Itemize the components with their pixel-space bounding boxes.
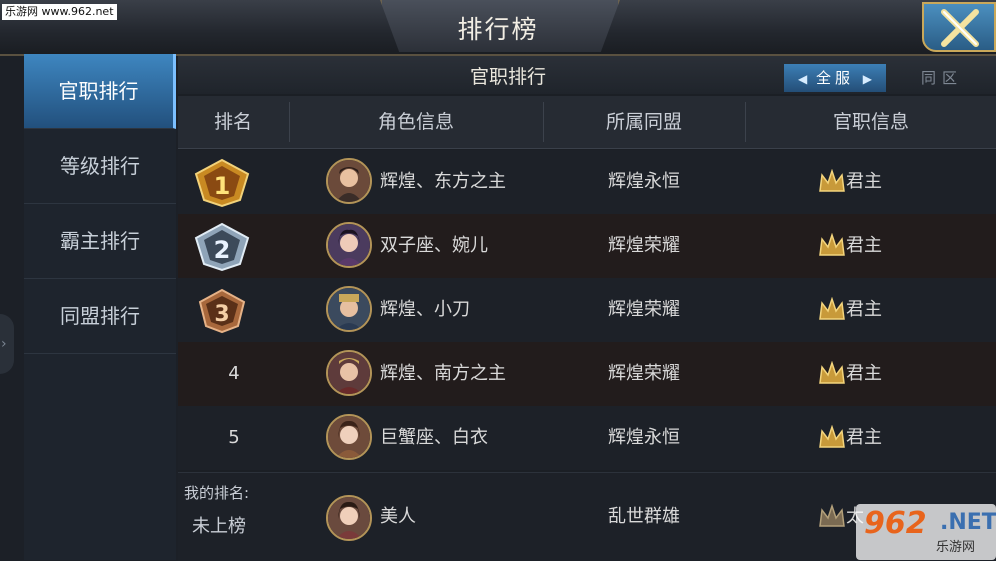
chevron-right-icon[interactable]: ▶: [863, 72, 872, 86]
sidebar-item-level-rank[interactable]: 等级排行: [24, 129, 176, 204]
table-row[interactable]: 4 辉煌、南方之主 辉煌荣耀 君主: [178, 342, 996, 406]
crown-icon: [819, 361, 845, 384]
role-name: 双子座、婉儿: [380, 235, 488, 256]
post-title: 君主: [846, 299, 882, 320]
tab-server[interactable]: ◀ 全服 ▶: [784, 64, 886, 92]
table-header: 排名 角色信息 所属同盟 官职信息: [178, 96, 996, 149]
rank-number: 5: [228, 427, 240, 448]
tab-server-label: 全服: [815, 69, 854, 87]
rank-number: 2: [214, 236, 231, 264]
my-rank-value: 未上榜: [192, 516, 246, 537]
column-header-post: 官职信息: [832, 111, 909, 133]
crown-icon: [819, 425, 845, 448]
alliance-name: 乱世群雄: [608, 506, 680, 527]
close-icon: [941, 9, 979, 47]
side-panel-handle[interactable]: ›: [0, 314, 14, 374]
avatar[interactable]: [326, 286, 372, 332]
rank-number: 1: [214, 172, 231, 200]
avatar[interactable]: [326, 222, 372, 268]
crown-icon: [819, 233, 845, 256]
watermark-text: 乐游网 www.962.net: [2, 4, 117, 20]
table-row[interactable]: 1 辉煌、东方之主 辉煌永恒 君主: [178, 150, 996, 214]
close-button[interactable]: [922, 2, 996, 52]
ranking-panel: 官职排行 ◀ 全服 ▶ 同区 排名 角色信息 所属同盟 官职信息 1 辉煌、东方…: [178, 56, 996, 561]
avatar[interactable]: [326, 495, 372, 541]
rank-2-medal-icon: 2: [194, 222, 250, 272]
avatar[interactable]: [326, 414, 372, 460]
alliance-name: 辉煌荣耀: [608, 299, 680, 320]
table-row[interactable]: 3 辉煌、小刀 辉煌荣耀 君主: [178, 278, 996, 342]
alliance-name: 辉煌永恒: [608, 427, 680, 448]
column-header-role: 角色信息: [377, 111, 454, 133]
post-title: 君主: [846, 363, 882, 384]
sidebar-item-overlord-rank[interactable]: 霸主排行: [24, 204, 176, 279]
sidebar-item-alliance-rank[interactable]: 同盟排行: [24, 279, 176, 354]
my-rank-label: 我的排名:: [184, 484, 250, 502]
rank-number: 4: [228, 363, 240, 384]
rank-1-medal-icon: 1: [194, 158, 250, 208]
post-title: 君主: [846, 171, 882, 192]
tab-bar: 官职排行 ◀ 全服 ▶ 同区: [178, 56, 996, 94]
role-name: 巨蟹座、白衣: [380, 427, 488, 448]
crown-icon: [819, 504, 845, 527]
crown-icon: [819, 169, 845, 192]
page-title: 排行榜: [457, 15, 539, 44]
section-title: 官职排行: [469, 66, 546, 88]
watermark-net: .NET: [940, 510, 996, 535]
role-name: 辉煌、南方之主: [380, 363, 506, 384]
avatar[interactable]: [326, 158, 372, 204]
alliance-name: 辉煌永恒: [608, 171, 680, 192]
table-row[interactable]: 5 巨蟹座、白衣 辉煌永恒 君主: [178, 406, 996, 470]
sidebar-item-official-rank[interactable]: 官职排行: [24, 54, 176, 129]
alliance-name: 辉煌荣耀: [608, 363, 680, 384]
column-header-rank: 排名: [213, 111, 252, 133]
sidebar: 官职排行 等级排行 霸主排行 同盟排行: [24, 54, 176, 560]
role-name: 辉煌、小刀: [380, 299, 470, 320]
rank-number: 3: [214, 302, 229, 327]
rank-3-medal-icon: 3: [198, 288, 246, 334]
role-name: 美人: [380, 506, 416, 527]
watermark-sub: 乐游网: [936, 540, 976, 555]
avatar[interactable]: [326, 350, 372, 396]
post-title: 君主: [846, 235, 882, 256]
watermark-number: 962: [864, 506, 927, 541]
alliance-name: 辉煌荣耀: [608, 235, 680, 256]
watermark-logo: 962 .NET 乐游网: [856, 504, 996, 560]
column-header-alliance: 所属同盟: [605, 111, 682, 133]
tab-zone[interactable]: 同区: [894, 64, 990, 92]
post-title: 君主: [846, 427, 882, 448]
chevron-right-icon: ›: [1, 336, 7, 352]
chevron-left-icon[interactable]: ◀: [798, 72, 807, 86]
role-name: 辉煌、东方之主: [380, 171, 506, 192]
table-row[interactable]: 2 双子座、婉儿 辉煌荣耀 君主: [178, 214, 996, 278]
crown-icon: [819, 297, 845, 320]
